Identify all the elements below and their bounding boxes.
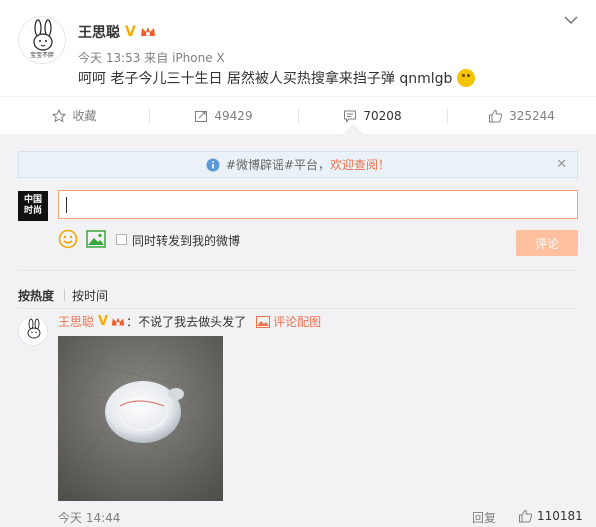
notice-text: #微博辟谣#平台， [225, 158, 331, 172]
comment-input[interactable] [59, 191, 577, 218]
verified-badge-icon: V [125, 24, 136, 40]
post-author-name[interactable]: 王思聪 [78, 22, 120, 42]
comment-picture-link[interactable]: 评论配图 [273, 313, 321, 330]
repost-button[interactable]: 49429 [149, 97, 298, 134]
post-author-row: 王思聪 V [78, 22, 157, 42]
favorite-label: 收藏 [72, 109, 97, 123]
submit-comment-button[interactable]: 评论 [516, 230, 578, 256]
comment-button[interactable]: 70208 [298, 97, 447, 134]
repost-checkbox-label[interactable]: 同时转发到我的微博 [132, 232, 240, 249]
member-crown-icon [140, 27, 155, 36]
avatar-caption: 宝宝不胖 [29, 52, 54, 59]
post-time[interactable]: 今天 13:53 [78, 51, 140, 65]
comment-count: 70208 [363, 108, 402, 123]
sort-separator [64, 289, 65, 301]
comment-like-count: 110181 [537, 509, 583, 523]
post-text: 呵呵 老子今儿三十生日 居然被人买热搜拿来挡子弹 qnmlgb [78, 71, 453, 87]
divider [18, 308, 578, 309]
chevron-down-icon[interactable] [562, 14, 580, 26]
comment-author-name[interactable]: 王思聪 [58, 313, 94, 330]
comment-image[interactable] [58, 336, 223, 501]
close-icon[interactable]: ✕ [556, 157, 567, 172]
favorite-button[interactable]: 收藏 [0, 97, 149, 134]
repost-icon [195, 110, 208, 122]
info-icon [206, 158, 220, 171]
comment-time: 今天 14:44 [58, 511, 121, 525]
picture-icon [256, 315, 271, 328]
thumbs-up-icon [489, 109, 503, 122]
star-icon [52, 108, 67, 123]
repost-count: 49429 [214, 108, 253, 123]
comment-input-box[interactable] [58, 190, 578, 219]
comment-icon [344, 110, 357, 123]
repost-checkbox[interactable] [116, 234, 127, 245]
logo-line-2: 时尚 [23, 206, 42, 216]
commenter-avatar[interactable] [18, 316, 48, 346]
post-action-bar: 收藏 49429 70208 325244 [0, 96, 596, 134]
comment-like-button[interactable]: 110181 [518, 509, 583, 523]
sort-by-time-tab[interactable]: 按时间 [72, 287, 108, 304]
rumor-notice-bar: #微博辟谣#平台， 欢迎查阅！ ✕ [18, 151, 578, 178]
user-brand-logo: 中国 时尚 [18, 191, 48, 221]
divider [18, 270, 578, 271]
verified-badge-icon: V [98, 314, 109, 329]
reply-button[interactable]: 回复 [472, 509, 496, 526]
post-body: 呵呵 老子今儿三十生日 居然被人买热搜拿来挡子弹 qnmlgb [78, 68, 475, 88]
smile-emoji-icon [456, 69, 475, 87]
emoji-picker-icon[interactable] [58, 229, 78, 249]
post-source[interactable]: iPhone X [172, 51, 225, 65]
sort-by-hot-tab[interactable]: 按热度 [18, 287, 54, 304]
post-source-prefix: 来自 [144, 51, 169, 65]
notice-link[interactable]: 欢迎查阅！ [330, 156, 390, 173]
post-meta: 今天 13:53 来自 iPhone X [78, 49, 225, 66]
comment-photo [58, 336, 223, 501]
like-button[interactable]: 325244 [447, 97, 596, 134]
thumbs-up-icon [519, 509, 533, 523]
member-crown-icon [111, 317, 125, 325]
like-count: 325244 [509, 108, 555, 123]
comment-header: 王思聪 V ：不说了我去做头发了 评论配图 [58, 313, 321, 330]
comment-text: ：不说了我去做头发了 [126, 315, 247, 329]
image-upload-icon[interactable] [86, 230, 106, 248]
logo-line-1: 中国 [23, 195, 42, 205]
